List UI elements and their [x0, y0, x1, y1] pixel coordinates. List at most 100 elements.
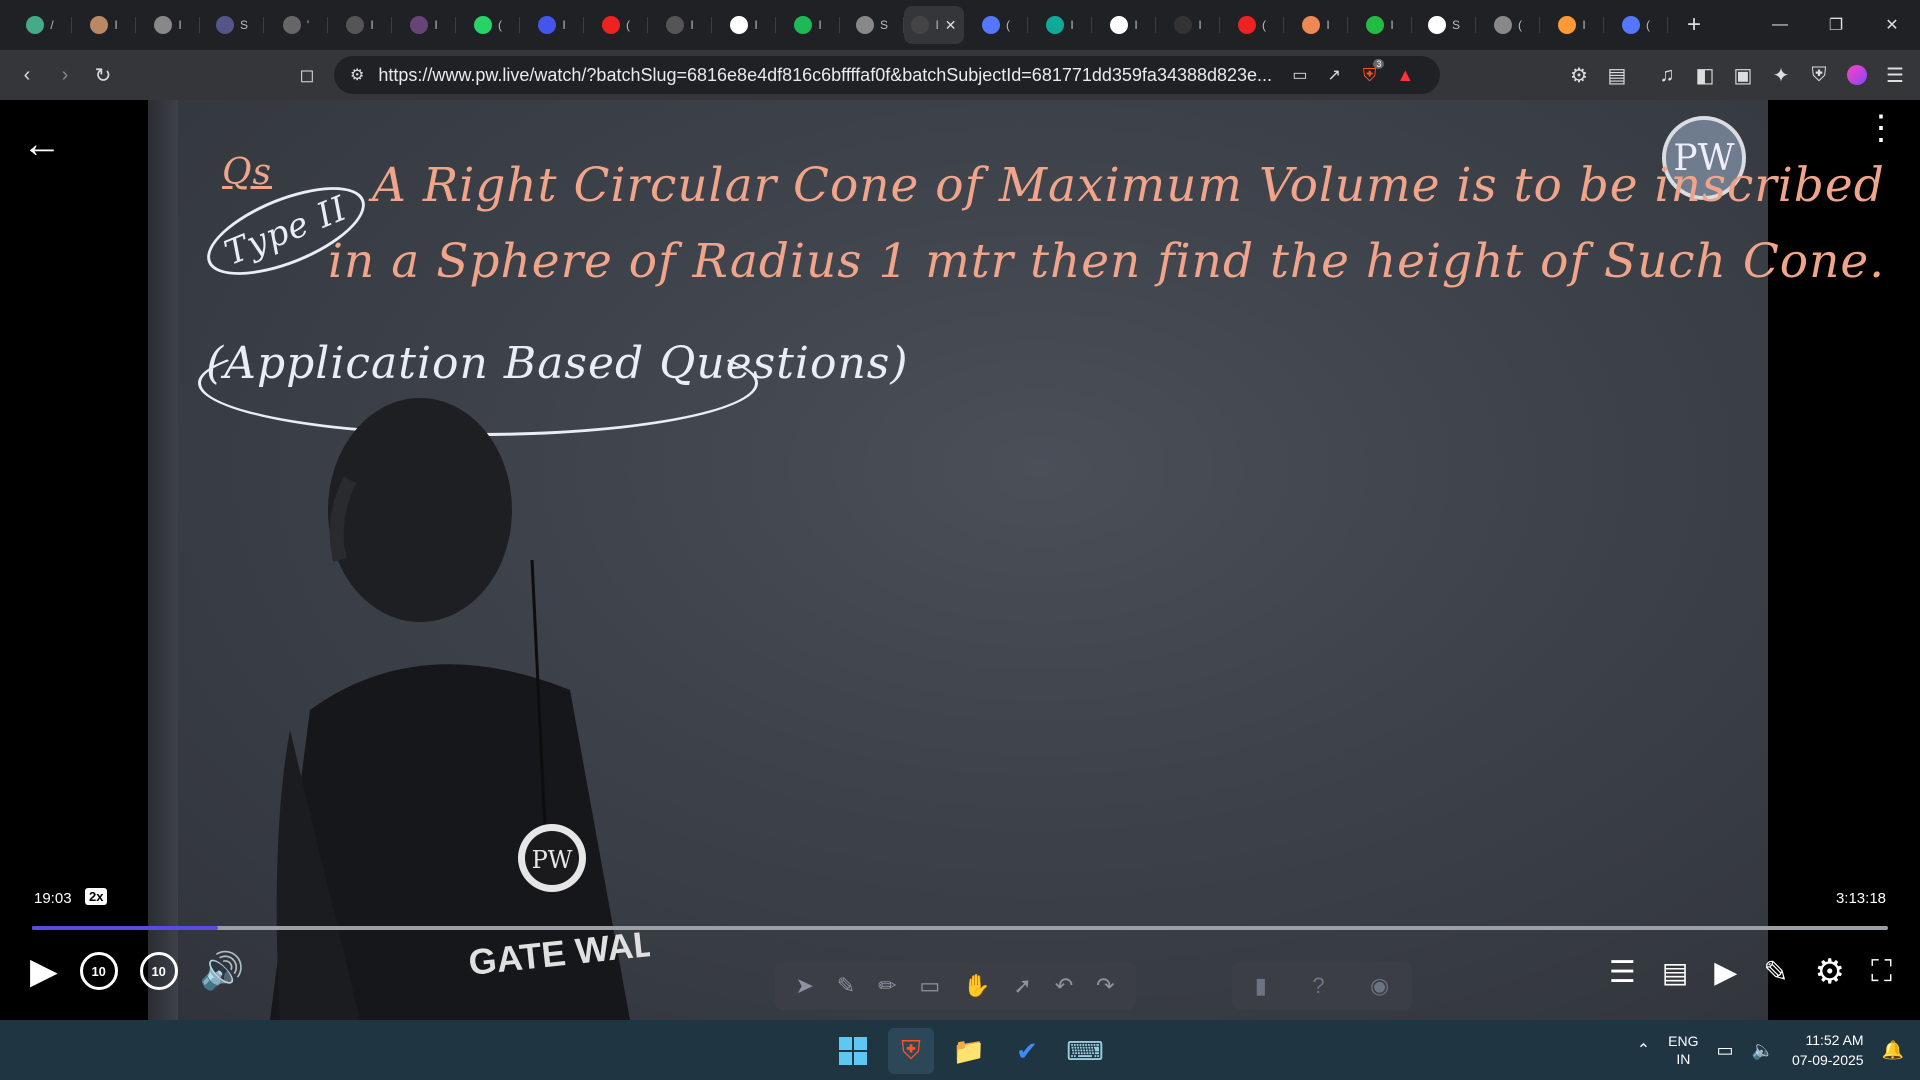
close-tab-icon[interactable]: ✕ [945, 17, 957, 34]
shields-count-badge: 3 [1373, 58, 1385, 69]
leo-ai-icon[interactable]: ✦ [1762, 56, 1800, 94]
back-arrow-icon[interactable]: ← [22, 122, 62, 167]
board-toolbar: ➤ ✎ ✏ ▭ ✋ ➚ ↶ ↷ [774, 962, 1136, 1010]
restore-button[interactable]: ❐ [1808, 0, 1864, 50]
clock[interactable]: 11:52 AM 07-09-2025 [1792, 1030, 1864, 1070]
browser-tab[interactable]: I [1348, 6, 1412, 44]
settings-icon[interactable]: ⚙ [1815, 952, 1845, 992]
whatsapp-icon [474, 16, 492, 34]
bookmark-icon[interactable]: ◻ [288, 56, 326, 94]
tab-title: I [1390, 18, 1394, 32]
brave-rewards-icon[interactable]: ▲ [1396, 65, 1414, 86]
browser-tab[interactable]: I [648, 6, 712, 44]
browser-tab[interactable]: I [72, 6, 136, 44]
pen-icon: ✎ [836, 973, 856, 998]
question-line-3: (Application Based Questions) [206, 338, 909, 389]
browser-tab[interactable]: I [1092, 6, 1156, 44]
address-bar[interactable]: ⚙ https://www.pw.live/watch/?batchSlug=6… [334, 56, 1440, 94]
browser-tab[interactable]: I [136, 6, 200, 44]
chat-icon[interactable]: ☰ [1609, 955, 1636, 990]
tab-strip: / I I S ' I I(I(I I I S I ✕(I I I(I I S(I( + — ❐ ✕ [0, 0, 1920, 50]
browser-tab[interactable]: I [712, 6, 776, 44]
reader-icon[interactable]: ▤ [1598, 56, 1636, 94]
play-icon[interactable]: ▶ [30, 950, 58, 992]
browser-tab[interactable]: ( [1476, 6, 1540, 44]
url-text[interactable]: https://www.pw.live/watch/?batchSlug=681… [378, 65, 1278, 86]
share-icon[interactable]: ↗ [1327, 65, 1340, 85]
volume-icon[interactable]: 🔊 [200, 950, 245, 992]
extensions-icon[interactable]: ⚙ [1560, 56, 1598, 94]
todo-icon[interactable]: ✔ [1004, 1028, 1050, 1074]
fullscreen-icon[interactable]: ⛶ [1871, 955, 1892, 989]
menu-icon[interactable]: ☰ [1876, 56, 1914, 94]
browser-tab[interactable]: ( [456, 6, 520, 44]
notification-bell-icon[interactable]: 🔔 [1882, 1040, 1904, 1061]
more-options-icon[interactable]: ⋮ [1864, 111, 1898, 145]
sidebar-icon[interactable]: ◧ [1686, 56, 1724, 94]
clock-date: 07-09-2025 [1791, 1052, 1864, 1068]
wiki-icon [1427, 16, 1446, 34]
chevron-up-icon[interactable]: ⌃ [1637, 1040, 1650, 1060]
keyboard-icon[interactable]: ⌨ [1062, 1028, 1108, 1074]
reload-button[interactable]: ↻ [84, 56, 122, 94]
taskbar-apps: ⛨ 📁 ✔ ⌨ [830, 1028, 1108, 1074]
forward-button[interactable]: › [46, 56, 84, 94]
browser-tab[interactable]: ( [1604, 6, 1668, 44]
laser-icon: ➚ [1013, 973, 1032, 998]
browser-tab[interactable]: ( [964, 6, 1028, 44]
player-controls-left: ▶ 10 10 🔊 [30, 950, 245, 992]
new-tab-button[interactable]: + [1674, 5, 1714, 45]
browser-tab[interactable]: S [200, 6, 264, 44]
file-explorer-icon[interactable]: 📁 [946, 1028, 992, 1074]
windows-start-icon[interactable] [830, 1028, 876, 1074]
browser-tab[interactable]: ( [1220, 6, 1284, 44]
browser-tab[interactable]: S [840, 6, 904, 44]
vpn-icon[interactable]: ⛨ [1800, 56, 1838, 94]
browser-tab[interactable]: I [1540, 6, 1604, 44]
tab-title: ( [1518, 18, 1522, 32]
video-player[interactable]: ← ⋮ PW Qs Type II A Right Circular Cone … [0, 100, 1920, 1020]
forward-10-button[interactable]: 10 [139, 952, 178, 990]
browser-tab[interactable]: ' [264, 6, 328, 44]
input-language[interactable]: ENG IN [1668, 1032, 1698, 1068]
site-info-icon[interactable]: ⚙ [350, 65, 364, 85]
notes-icon[interactable]: ✎ [1763, 955, 1788, 990]
speaker-icon[interactable]: 🔈 [1752, 1040, 1774, 1061]
browser-tab[interactable]: I ✕ [904, 6, 964, 44]
profile-icon[interactable] [1838, 56, 1876, 94]
browser-tab[interactable]: I [776, 6, 840, 44]
browser-tab[interactable]: I [520, 6, 584, 44]
browser-tab[interactable]: I [328, 6, 392, 44]
browser-tab[interactable]: I [392, 6, 456, 44]
cast-icon[interactable]: ▭ [1292, 65, 1307, 85]
back-button[interactable]: ‹ [8, 56, 46, 94]
tab-title: S [1451, 18, 1460, 32]
tab-title: S [239, 18, 248, 32]
close-window-button[interactable]: ✕ [1864, 0, 1920, 50]
player-controls-right: ☰ ▤ ▶ ✎ ⚙ ⛶ [1609, 952, 1892, 992]
network-icon[interactable]: ▭ [1717, 1040, 1734, 1061]
browser-tab[interactable]: I [1284, 6, 1348, 44]
browser-tab[interactable]: S [1412, 6, 1476, 44]
redo-icon: ↷ [1096, 973, 1115, 998]
brave-taskbar-icon[interactable]: ⛨ [888, 1028, 934, 1074]
browser-tab[interactable]: / [8, 6, 72, 44]
flag-icon [1558, 16, 1577, 34]
browser-tab[interactable]: I [1028, 6, 1092, 44]
brave-shields-icon[interactable]: ⛨ 3 [1363, 58, 1385, 86]
media-icon[interactable]: ♫ [1648, 56, 1686, 94]
tab-title: I [178, 18, 182, 32]
rewind-10-button[interactable]: 10 [79, 952, 118, 990]
globe-icon [154, 16, 173, 34]
translate-icon[interactable]: ▤ [1662, 956, 1688, 989]
wallet-icon[interactable]: ▣ [1724, 56, 1762, 94]
browser-tab[interactable]: ( [584, 6, 648, 44]
progress-bar[interactable] [32, 926, 1888, 930]
minimize-button[interactable]: — [1752, 0, 1808, 50]
browser-tab[interactable]: I [1156, 6, 1220, 44]
tab-title: I [935, 18, 939, 32]
playlist-icon[interactable]: ▶ [1714, 955, 1737, 990]
tab-title: I [1134, 18, 1138, 32]
speed-badge[interactable]: 2x [85, 888, 108, 905]
google-icon [730, 16, 749, 34]
